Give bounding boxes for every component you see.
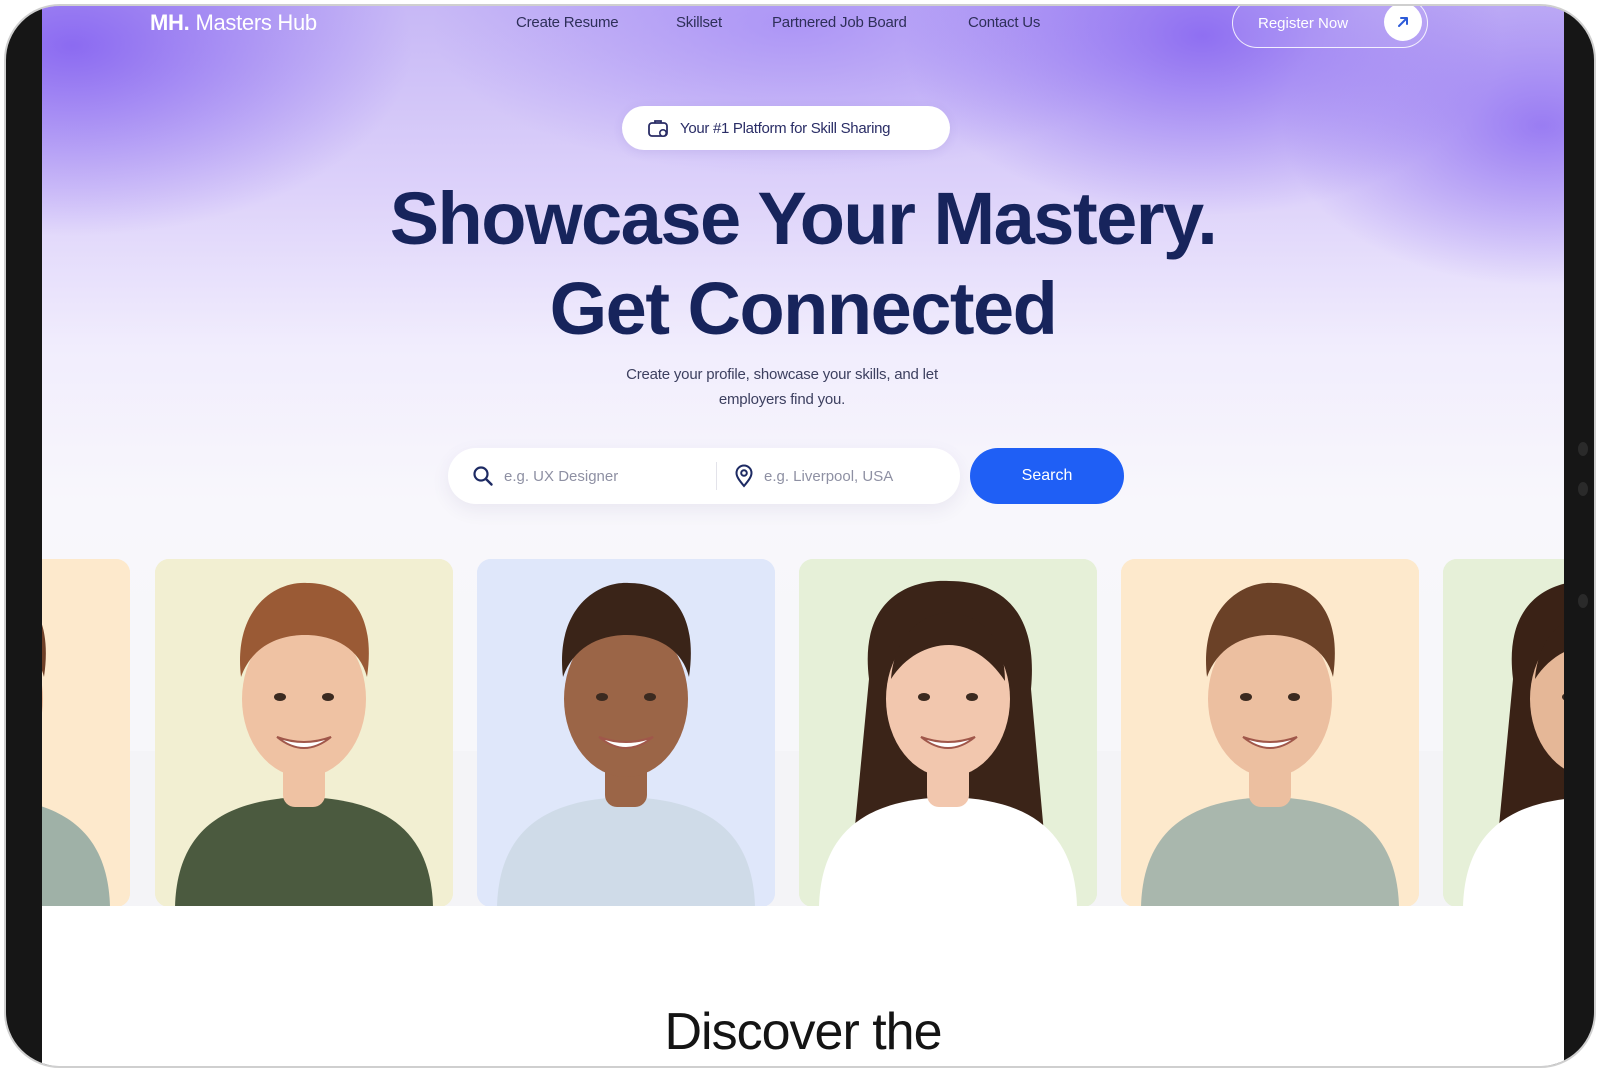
nav-link-partnered-job-board[interactable]: Partnered Job Board (772, 14, 907, 31)
profile-card[interactable] (1121, 559, 1419, 907)
profile-card[interactable] (799, 559, 1097, 907)
browser-viewport: MH. Masters Hub Create Resume Skillset Pa… (42, 6, 1564, 1066)
headline-line-1: Showcase Your Mastery. (389, 177, 1218, 260)
platform-badge: Your #1 Platform for Skill Sharing (622, 106, 950, 150)
search-divider (716, 462, 717, 490)
briefcase-icon (646, 116, 670, 140)
headline-line-2: Get Connected (549, 267, 1058, 350)
section-title: Discover the (664, 1003, 943, 1061)
profile-photo (155, 559, 453, 907)
profile-photo (42, 559, 130, 907)
register-now-label: Register Now (1258, 15, 1349, 32)
profile-card[interactable] (42, 559, 130, 907)
tablet-frame: MH. Masters Hub Create Resume Skillset Pa… (4, 4, 1596, 1068)
device-side-button (1578, 594, 1588, 608)
hero-subtitle: Create your profile, showcase your skill… (572, 362, 992, 412)
nav-link-skillset[interactable]: Skillset (676, 14, 722, 31)
profile-photo (1443, 559, 1564, 907)
device-side-button (1578, 482, 1588, 496)
logo[interactable]: MH. Masters Hub (150, 10, 317, 36)
subtitle-line-2: employers find you. (718, 391, 846, 408)
register-now-button[interactable]: Register Now (1232, 6, 1428, 48)
badge-text: Your #1 Platform for Skill Sharing (680, 120, 891, 137)
location-pin-icon (733, 464, 755, 488)
top-navigation: MH. Masters Hub Create Resume Skillset Pa… (42, 6, 1564, 52)
profile-card[interactable] (1443, 559, 1564, 907)
profile-photo (799, 559, 1097, 907)
device-side-button (1578, 442, 1588, 456)
role-search-input[interactable] (504, 464, 704, 488)
location-search-input[interactable] (764, 464, 944, 488)
nav-link-create-resume[interactable]: Create Resume (516, 14, 619, 31)
profile-photo (477, 559, 775, 907)
subtitle-line-1: Create your profile, showcase your skill… (626, 366, 938, 383)
profile-card[interactable] (477, 559, 775, 907)
logo-mark: MH. (150, 10, 190, 35)
arrow-up-right-icon (1384, 6, 1422, 41)
profile-card[interactable] (155, 559, 453, 907)
profile-photo (1121, 559, 1419, 907)
nav-link-contact-us[interactable]: Contact Us (968, 14, 1040, 31)
hero-headline: Showcase Your Mastery. Get Connected (42, 174, 1564, 354)
job-search-bar (448, 448, 960, 504)
search-button[interactable]: Search (970, 448, 1124, 504)
logo-name: Masters Hub (195, 10, 317, 35)
search-icon (472, 465, 494, 487)
